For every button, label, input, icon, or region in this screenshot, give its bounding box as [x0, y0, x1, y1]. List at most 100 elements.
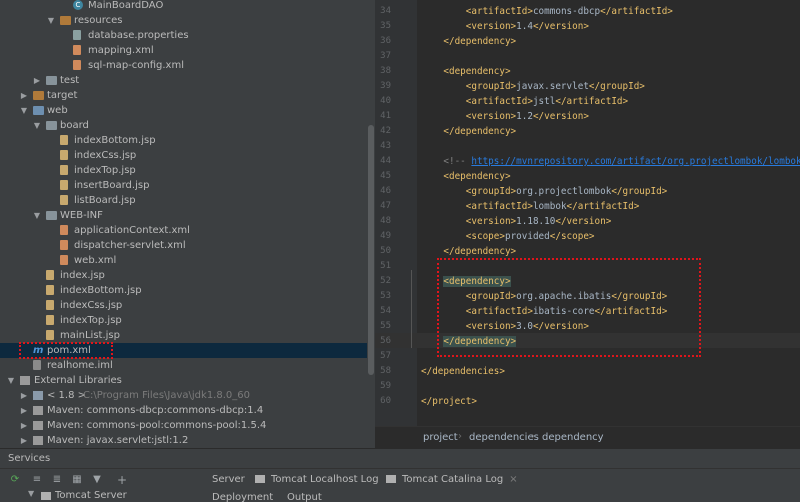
close-icon[interactable]: ×: [509, 474, 517, 485]
breadcrumb-item[interactable]: dependency: [542, 432, 604, 443]
refresh-icon[interactable]: ⟳: [8, 473, 22, 487]
tree-item[interactable]: indexCss.jsp: [0, 148, 367, 163]
jsp-file-icon: [46, 330, 54, 340]
tree-item[interactable]: database.properties: [0, 28, 367, 43]
tree-item[interactable]: ▶ target: [0, 88, 367, 103]
breadcrumb-item[interactable]: project: [423, 432, 458, 443]
folder-icon: [46, 211, 57, 220]
code-editor[interactable]: 34 35 36 37 38 39 40 41 42 43 44 45 46 47 48 49 50 51 52 53…: [375, 0, 800, 426]
tree-item[interactable]: ▼ resources: [0, 13, 367, 28]
code-line: <version>1.18.10</version>: [375, 214, 800, 229]
tree-item[interactable]: web.xml: [0, 253, 367, 268]
xml-file-icon: [73, 45, 81, 55]
tree-item[interactable]: listBoard.jsp: [0, 193, 367, 208]
collapse-arrow-icon[interactable]: ▶: [19, 403, 29, 418]
project-tree-scrollbar[interactable]: [367, 0, 375, 448]
tree-item[interactable]: indexTop.jsp: [0, 313, 367, 328]
services-title: Services: [8, 453, 51, 464]
tree-item[interactable]: ▼ External Libraries: [0, 373, 367, 388]
collapse-arrow-icon[interactable]: ▶: [19, 388, 29, 403]
tree-item[interactable]: C MainBoardDAO: [0, 0, 367, 13]
tree-item[interactable]: ▼ web: [0, 103, 367, 118]
tree-item[interactable]: mapping.xml: [0, 43, 367, 58]
library-icon: [33, 421, 43, 430]
tree-item-label: Maven: javax.servlet:jstl:1.2: [47, 435, 189, 446]
tree-item[interactable]: ▼ WEB-INF: [0, 208, 367, 223]
collapse-arrow-icon[interactable]: ▶: [19, 433, 29, 448]
tree-item-label: indexBottom.jsp: [74, 135, 156, 146]
tab-server[interactable]: Server: [212, 469, 245, 491]
iml-file-icon: [33, 360, 41, 370]
collapse-arrow-icon[interactable]: ▶: [19, 418, 29, 433]
jsp-file-icon: [46, 315, 54, 325]
scrollbar-thumb[interactable]: [368, 125, 374, 375]
xml-tag: <groupId>: [421, 81, 517, 92]
jsp-file-icon: [46, 300, 54, 310]
add-icon[interactable]: +: [115, 473, 129, 487]
tree-item[interactable]: indexCss.jsp: [0, 298, 367, 313]
xml-tag: <version>: [421, 21, 517, 32]
tab-tomcat-catalina-log[interactable]: Tomcat Catalina Log ×: [386, 469, 518, 491]
tree-item[interactable]: applicationContext.xml: [0, 223, 367, 238]
tomcat-server-item[interactable]: Tomcat Server: [55, 490, 127, 501]
tree-item-label: applicationContext.xml: [74, 225, 190, 236]
tree-item[interactable]: sql-map-config.xml: [0, 58, 367, 73]
tree-item-label: web: [47, 105, 68, 116]
xml-tag: </groupId>: [588, 81, 645, 92]
code-line: <scope>provided</scope>: [375, 229, 800, 244]
tree-item[interactable]: ▶ Maven: commons-dbcp:commons-dbcp:1.4: [0, 403, 367, 418]
expand-arrow-icon[interactable]: ▼: [46, 13, 56, 28]
xml-file-icon: [60, 240, 68, 250]
expand-arrow-icon[interactable]: ▼: [6, 373, 16, 388]
tree-item-label: target: [47, 90, 78, 101]
tree-item[interactable]: ▶ test: [0, 73, 367, 88]
tree-item[interactable]: mainList.jsp: [0, 328, 367, 343]
expand-arrow-icon[interactable]: ▼: [32, 208, 42, 223]
tree-item-label: External Libraries: [34, 375, 122, 386]
xml-file-icon: [73, 60, 81, 70]
tree-item[interactable]: indexBottom.jsp: [0, 133, 367, 148]
code-line: </project>: [375, 394, 800, 409]
filter-icon[interactable]: ▼: [90, 473, 104, 487]
tab-tomcat-localhost-log[interactable]: Tomcat Localhost Log×: [255, 469, 393, 491]
xml-tag: <dependency>: [421, 171, 511, 182]
library-icon: [33, 436, 43, 445]
collapse-arrow-icon[interactable]: ▶: [19, 88, 29, 103]
expand-all-icon[interactable]: ≡: [30, 473, 44, 487]
tree-item-label: MainBoardDAO: [88, 0, 164, 11]
expand-arrow-icon[interactable]: ▼: [28, 490, 34, 498]
tree-item[interactable]: indexTop.jsp: [0, 163, 367, 178]
collapse-all-icon[interactable]: ≣: [50, 473, 64, 487]
tree-item[interactable]: ▶ Maven: commons-pool:commons-pool:1.5.4: [0, 418, 367, 433]
subtab-deployment[interactable]: Deployment: [212, 492, 273, 502]
xml-value: javax.servlet: [516, 81, 589, 92]
xml-value: 1.4: [516, 21, 533, 32]
tree-item[interactable]: insertBoard.jsp: [0, 178, 367, 193]
tree-item[interactable]: indexBottom.jsp: [0, 283, 367, 298]
tree-item-label: web.xml: [74, 255, 117, 266]
breadcrumb: project › dependencies › dependency: [375, 426, 800, 449]
tree-item-label: index.jsp: [60, 270, 105, 281]
code-line: </dependency>: [375, 124, 800, 139]
tree-item[interactable]: ▶ Maven: javax.servlet:jstl:1.2: [0, 433, 367, 448]
tree-item-label: Maven: commons-dbcp:commons-dbcp:1.4: [47, 405, 264, 416]
collapse-arrow-icon[interactable]: ▶: [32, 73, 42, 88]
tree-item[interactable]: index.jsp: [0, 268, 367, 283]
expand-arrow-icon[interactable]: ▼: [32, 118, 42, 133]
tree-item-label: indexBottom.jsp: [60, 285, 142, 296]
tree-item[interactable]: dispatcher-servlet.xml: [0, 238, 367, 253]
tree-item[interactable]: ▶ < 1.8 > C:\Program Files\Java\jdk1.8.0_6…: [0, 388, 367, 403]
breadcrumb-item[interactable]: dependencies: [469, 432, 539, 443]
xml-tag: <artifactId>: [421, 96, 533, 107]
expand-arrow-icon[interactable]: ▼: [19, 103, 29, 118]
subtab-output[interactable]: Output: [287, 492, 322, 502]
xml-value: provided: [504, 231, 550, 242]
group-icon[interactable]: ▦: [70, 473, 84, 487]
comment-url-link[interactable]: https://mvnrepository.com/artifact/org.p…: [471, 156, 800, 167]
tomcat-icon: [41, 492, 51, 500]
tree-item[interactable]: realhome.iml: [0, 358, 367, 373]
tree-item[interactable]: ▼ board: [0, 118, 367, 133]
folder-icon: [60, 16, 71, 25]
